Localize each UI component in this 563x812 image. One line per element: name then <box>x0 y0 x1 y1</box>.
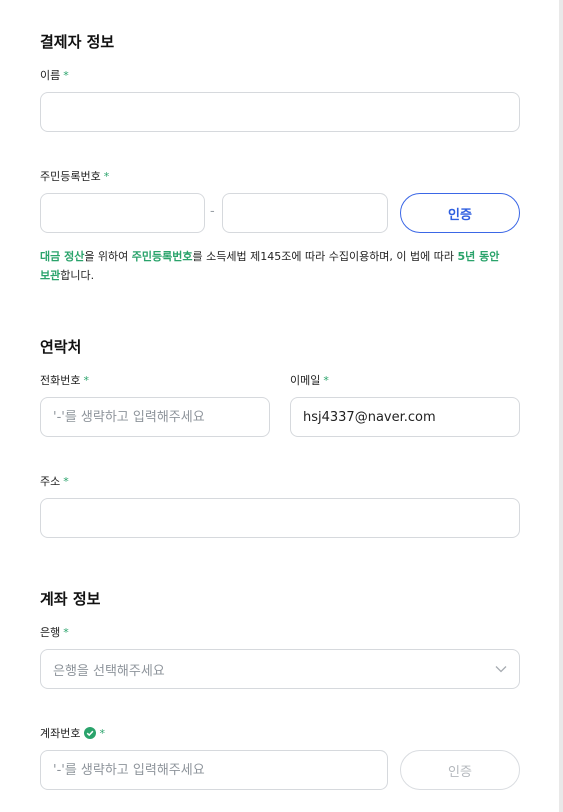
address-label-text: 주소 <box>40 475 61 488</box>
notice-highlight: 5년 동안 <box>457 250 500 263</box>
email-label-text: 이메일 <box>290 374 321 387</box>
bank-select[interactable]: 은행을 선택해주세요 <box>40 649 520 689</box>
account-section-title: 계좌 정보 <box>40 590 101 608</box>
page-edge-shadow <box>559 0 563 812</box>
account-number-label-text: 계좌번호 <box>40 727 81 740</box>
name-input[interactable] <box>40 92 520 132</box>
required-mark: * <box>103 170 110 183</box>
rrn-back-input[interactable] <box>222 193 388 233</box>
address-input[interactable] <box>40 498 520 538</box>
notice-text: 를 소득세법 제145조에 따라 수집이용하며, 이 법에 따라 <box>192 250 458 263</box>
name-label: 이름 * <box>40 67 69 83</box>
required-mark: * <box>63 69 69 82</box>
address-label: 주소 * <box>40 473 69 489</box>
name-label-text: 이름 <box>40 69 61 82</box>
account-verify-button[interactable]: 인증 <box>400 750 520 790</box>
phone-label: 전화번호 * <box>40 372 89 388</box>
rrn-label: 주민등록번호 * <box>40 168 109 184</box>
required-mark: * <box>63 475 69 488</box>
phone-label-text: 전화번호 <box>40 374 81 387</box>
required-mark: * <box>63 626 69 639</box>
rrn-dash: - <box>210 204 215 219</box>
required-mark: * <box>323 374 329 387</box>
rrn-verify-button[interactable]: 인증 <box>400 193 520 233</box>
phone-input[interactable] <box>40 397 270 437</box>
contact-section-title: 연락처 <box>40 338 82 356</box>
email-label: 이메일 * <box>290 372 329 388</box>
email-input[interactable] <box>290 397 520 437</box>
notice-text: 을 위하여 <box>84 250 132 263</box>
notice-text: 합니다. <box>60 269 95 282</box>
bank-label-text: 은행 <box>40 626 61 639</box>
notice-highlight: 대금 정산 <box>40 250 85 263</box>
account-number-input[interactable] <box>40 750 388 790</box>
rrn-label-text: 주민등록번호 <box>40 170 101 183</box>
required-mark: * <box>83 374 89 387</box>
check-circle-icon <box>84 727 97 739</box>
account-number-label: 계좌번호 * <box>40 725 105 741</box>
payer-section-title: 결제자 정보 <box>40 33 115 51</box>
notice-highlight: 보관 <box>40 269 61 282</box>
notice-highlight: 주민등록번호 <box>131 250 193 263</box>
rrn-notice: 대금 정산을 위하여 주민등록번호를 소득세법 제145조에 따라 수집이용하며… <box>40 247 510 285</box>
rrn-front-input[interactable] <box>40 193 205 233</box>
chevron-down-icon <box>495 666 507 673</box>
bank-select-placeholder: 은행을 선택해주세요 <box>53 663 165 679</box>
required-mark: * <box>99 727 105 740</box>
bank-label: 은행 * <box>40 624 69 640</box>
